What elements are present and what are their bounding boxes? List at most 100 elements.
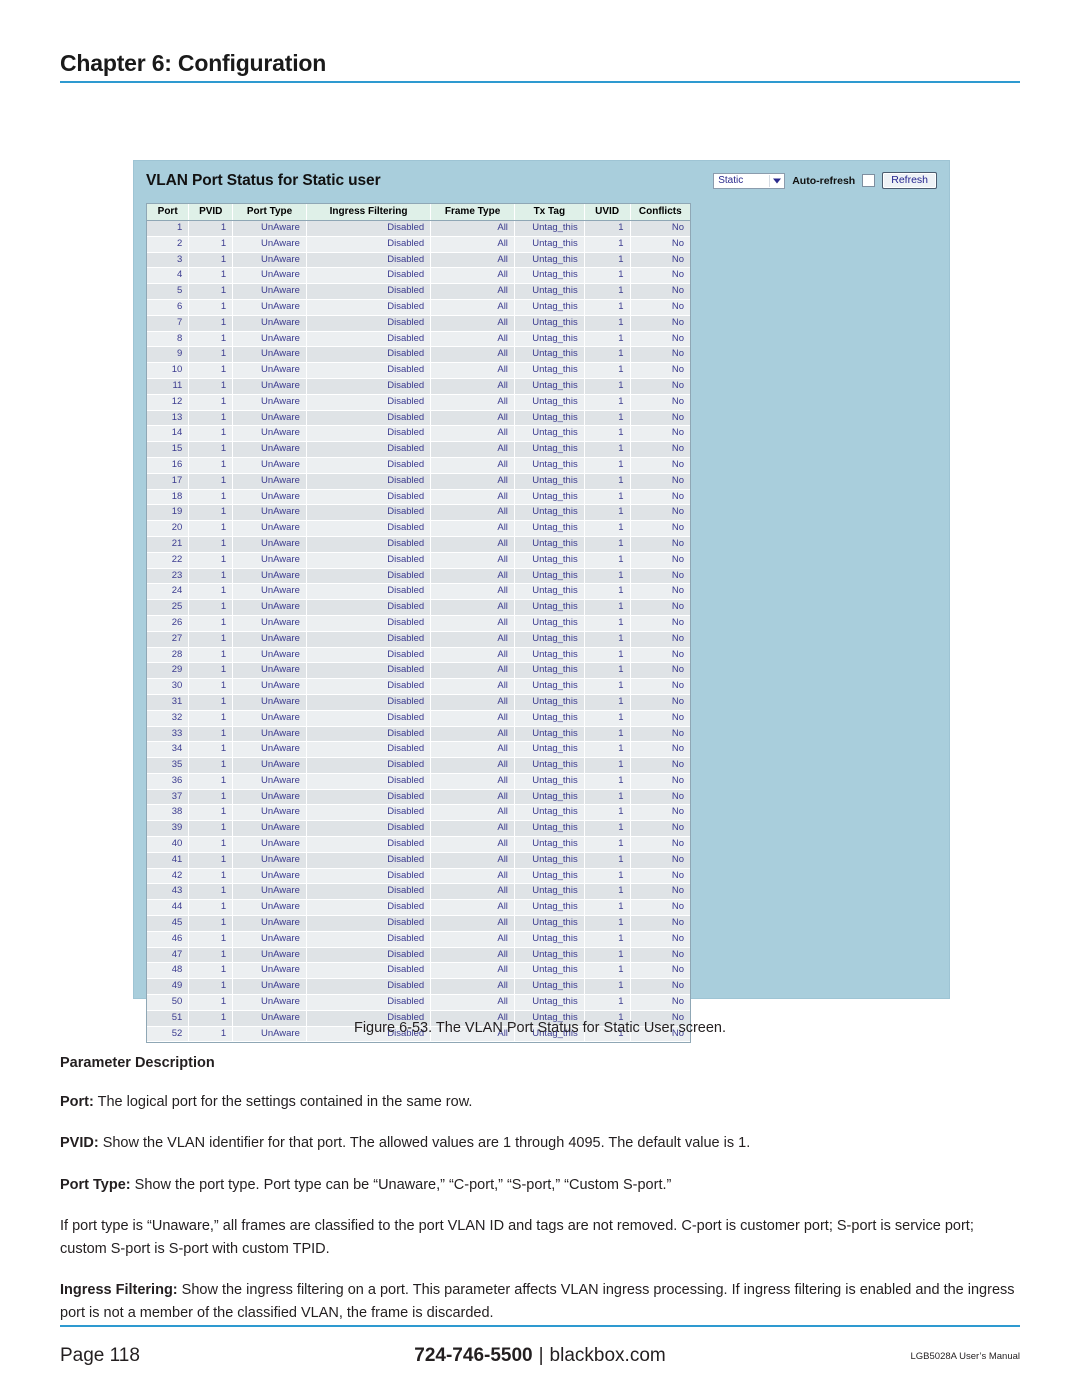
cell-port-type: UnAware xyxy=(232,378,307,395)
cell-port: 31 xyxy=(147,694,190,711)
user-type-select[interactable]: Static xyxy=(713,172,786,189)
page-title: Chapter 6: Configuration xyxy=(60,50,327,76)
table-row: 32 1 UnAware Disabled All Untag_this 1 No xyxy=(147,710,690,727)
cell-frame-type: All xyxy=(430,741,515,759)
cell-tx-tag: Untag_this xyxy=(514,331,585,348)
cell-conflicts: No xyxy=(630,994,690,1011)
auto-refresh-checkbox[interactable] xyxy=(862,174,876,187)
cell-conflicts: No xyxy=(630,457,690,474)
cell-conflicts: No xyxy=(630,789,690,806)
cell-port-type: UnAware xyxy=(232,267,307,285)
cell-port-type: UnAware xyxy=(232,410,307,427)
cell-pvid: 1 xyxy=(188,994,234,1011)
cell-uvid: 1 xyxy=(584,473,631,490)
cell-uvid: 1 xyxy=(584,662,631,680)
cell-ingress-filtering: Disabled xyxy=(306,694,432,711)
cell-tx-tag: Untag_this xyxy=(514,283,585,300)
cell-port-type: UnAware xyxy=(232,647,307,664)
cell-frame-type: All xyxy=(430,694,515,711)
cell-pvid: 1 xyxy=(188,394,234,411)
cell-uvid: 1 xyxy=(584,962,631,980)
cell-tx-tag: Untag_this xyxy=(514,599,585,616)
cell-tx-tag: Untag_this xyxy=(514,757,585,774)
table-row: 6 1 UnAware Disabled All Untag_this 1 No xyxy=(147,299,690,316)
text-port-type: Show the port type. Port type can be “Un… xyxy=(130,1176,672,1193)
footer-phone[interactable]: 724-746-5500 xyxy=(414,1345,532,1366)
cell-port-type: UnAware xyxy=(232,804,307,822)
cell-tx-tag: Untag_this xyxy=(514,804,585,822)
table-row: 16 1 UnAware Disabled All Untag_this 1 No xyxy=(147,457,690,474)
paragraph-port: Port: The logical port for the settings … xyxy=(60,1091,1022,1113)
cell-conflicts: No xyxy=(630,425,690,443)
cell-tx-tag: Untag_this xyxy=(514,552,585,569)
cell-uvid: 1 xyxy=(584,252,631,269)
cell-port: 15 xyxy=(147,441,190,458)
cell-port: 4 xyxy=(147,267,190,285)
cell-uvid: 1 xyxy=(584,425,631,443)
cell-ingress-filtering: Disabled xyxy=(306,315,432,332)
cell-conflicts: No xyxy=(630,267,690,285)
cell-tx-tag: Untag_this xyxy=(514,315,585,332)
table-row: 24 1 UnAware Disabled All Untag_this 1 No xyxy=(147,583,690,601)
column-header-pvid[interactable]: PVID xyxy=(188,204,234,221)
cell-frame-type: All xyxy=(430,883,515,901)
cell-conflicts: No xyxy=(630,615,690,632)
cell-ingress-filtering: Disabled xyxy=(306,915,432,932)
cell-port: 29 xyxy=(147,662,190,680)
cell-ingress-filtering: Disabled xyxy=(306,868,432,885)
cell-uvid: 1 xyxy=(584,726,631,743)
cell-port-type: UnAware xyxy=(232,789,307,806)
cell-uvid: 1 xyxy=(584,931,631,948)
cell-pvid: 1 xyxy=(188,473,234,490)
table-header-row: Port PVID Port Type Ingress Filtering Fr… xyxy=(147,204,690,221)
cell-port: 11 xyxy=(147,378,190,395)
cell-pvid: 1 xyxy=(188,868,234,885)
cell-frame-type: All xyxy=(430,868,515,885)
cell-conflicts: No xyxy=(630,773,690,790)
column-header-ingress-filtering[interactable]: Ingress Filtering xyxy=(306,204,432,221)
cell-pvid: 1 xyxy=(188,615,234,632)
cell-pvid: 1 xyxy=(188,568,234,585)
term-port-type: Port Type: xyxy=(60,1176,131,1193)
cell-frame-type: All xyxy=(430,820,515,838)
cell-port: 19 xyxy=(147,504,190,522)
cell-frame-type: All xyxy=(430,994,515,1011)
table-row: 26 1 UnAware Disabled All Untag_this 1 No xyxy=(147,615,690,632)
cell-pvid: 1 xyxy=(188,678,234,695)
cell-conflicts: No xyxy=(630,931,690,948)
cell-port-type: UnAware xyxy=(232,536,307,553)
cell-pvid: 1 xyxy=(188,441,234,458)
cell-frame-type: All xyxy=(430,899,515,917)
paragraph-ingress-filtering: Ingress Filtering: Show the ingress filt… xyxy=(60,1279,1022,1324)
cell-pvid: 1 xyxy=(188,662,234,680)
column-header-port[interactable]: Port xyxy=(147,204,190,221)
cell-port-type: UnAware xyxy=(232,978,307,996)
cell-ingress-filtering: Disabled xyxy=(306,599,432,616)
cell-conflicts: No xyxy=(630,836,690,853)
cell-tx-tag: Untag_this xyxy=(514,473,585,490)
column-header-tx-tag[interactable]: Tx Tag xyxy=(514,204,585,221)
cell-tx-tag: Untag_this xyxy=(514,583,585,601)
cell-tx-tag: Untag_this xyxy=(514,820,585,838)
refresh-button[interactable]: Refresh xyxy=(882,172,937,189)
cell-conflicts: No xyxy=(630,283,690,300)
cell-frame-type: All xyxy=(430,410,515,427)
cell-ingress-filtering: Disabled xyxy=(306,441,432,458)
cell-uvid: 1 xyxy=(584,441,631,458)
footer-website[interactable]: blackbox.com xyxy=(550,1345,666,1366)
column-header-frame-type[interactable]: Frame Type xyxy=(430,204,515,221)
footer-contact: 724-746-5500 | blackbox.com xyxy=(60,1345,1020,1367)
cell-port-type: UnAware xyxy=(232,710,307,727)
column-header-uvid[interactable]: UVID xyxy=(584,204,631,221)
column-header-port-type[interactable]: Port Type xyxy=(232,204,307,221)
cell-port: 8 xyxy=(147,331,190,348)
table-row: 34 1 UnAware Disabled All Untag_this 1 No xyxy=(147,741,690,759)
cell-port-type: UnAware xyxy=(232,883,307,901)
cell-port-type: UnAware xyxy=(232,331,307,348)
cell-conflicts: No xyxy=(630,410,690,427)
column-header-conflicts[interactable]: Conflicts xyxy=(630,204,690,221)
cell-conflicts: No xyxy=(630,252,690,269)
cell-frame-type: All xyxy=(430,710,515,727)
table-row: 44 1 UnAware Disabled All Untag_this 1 No xyxy=(147,899,690,917)
cell-pvid: 1 xyxy=(188,315,234,332)
